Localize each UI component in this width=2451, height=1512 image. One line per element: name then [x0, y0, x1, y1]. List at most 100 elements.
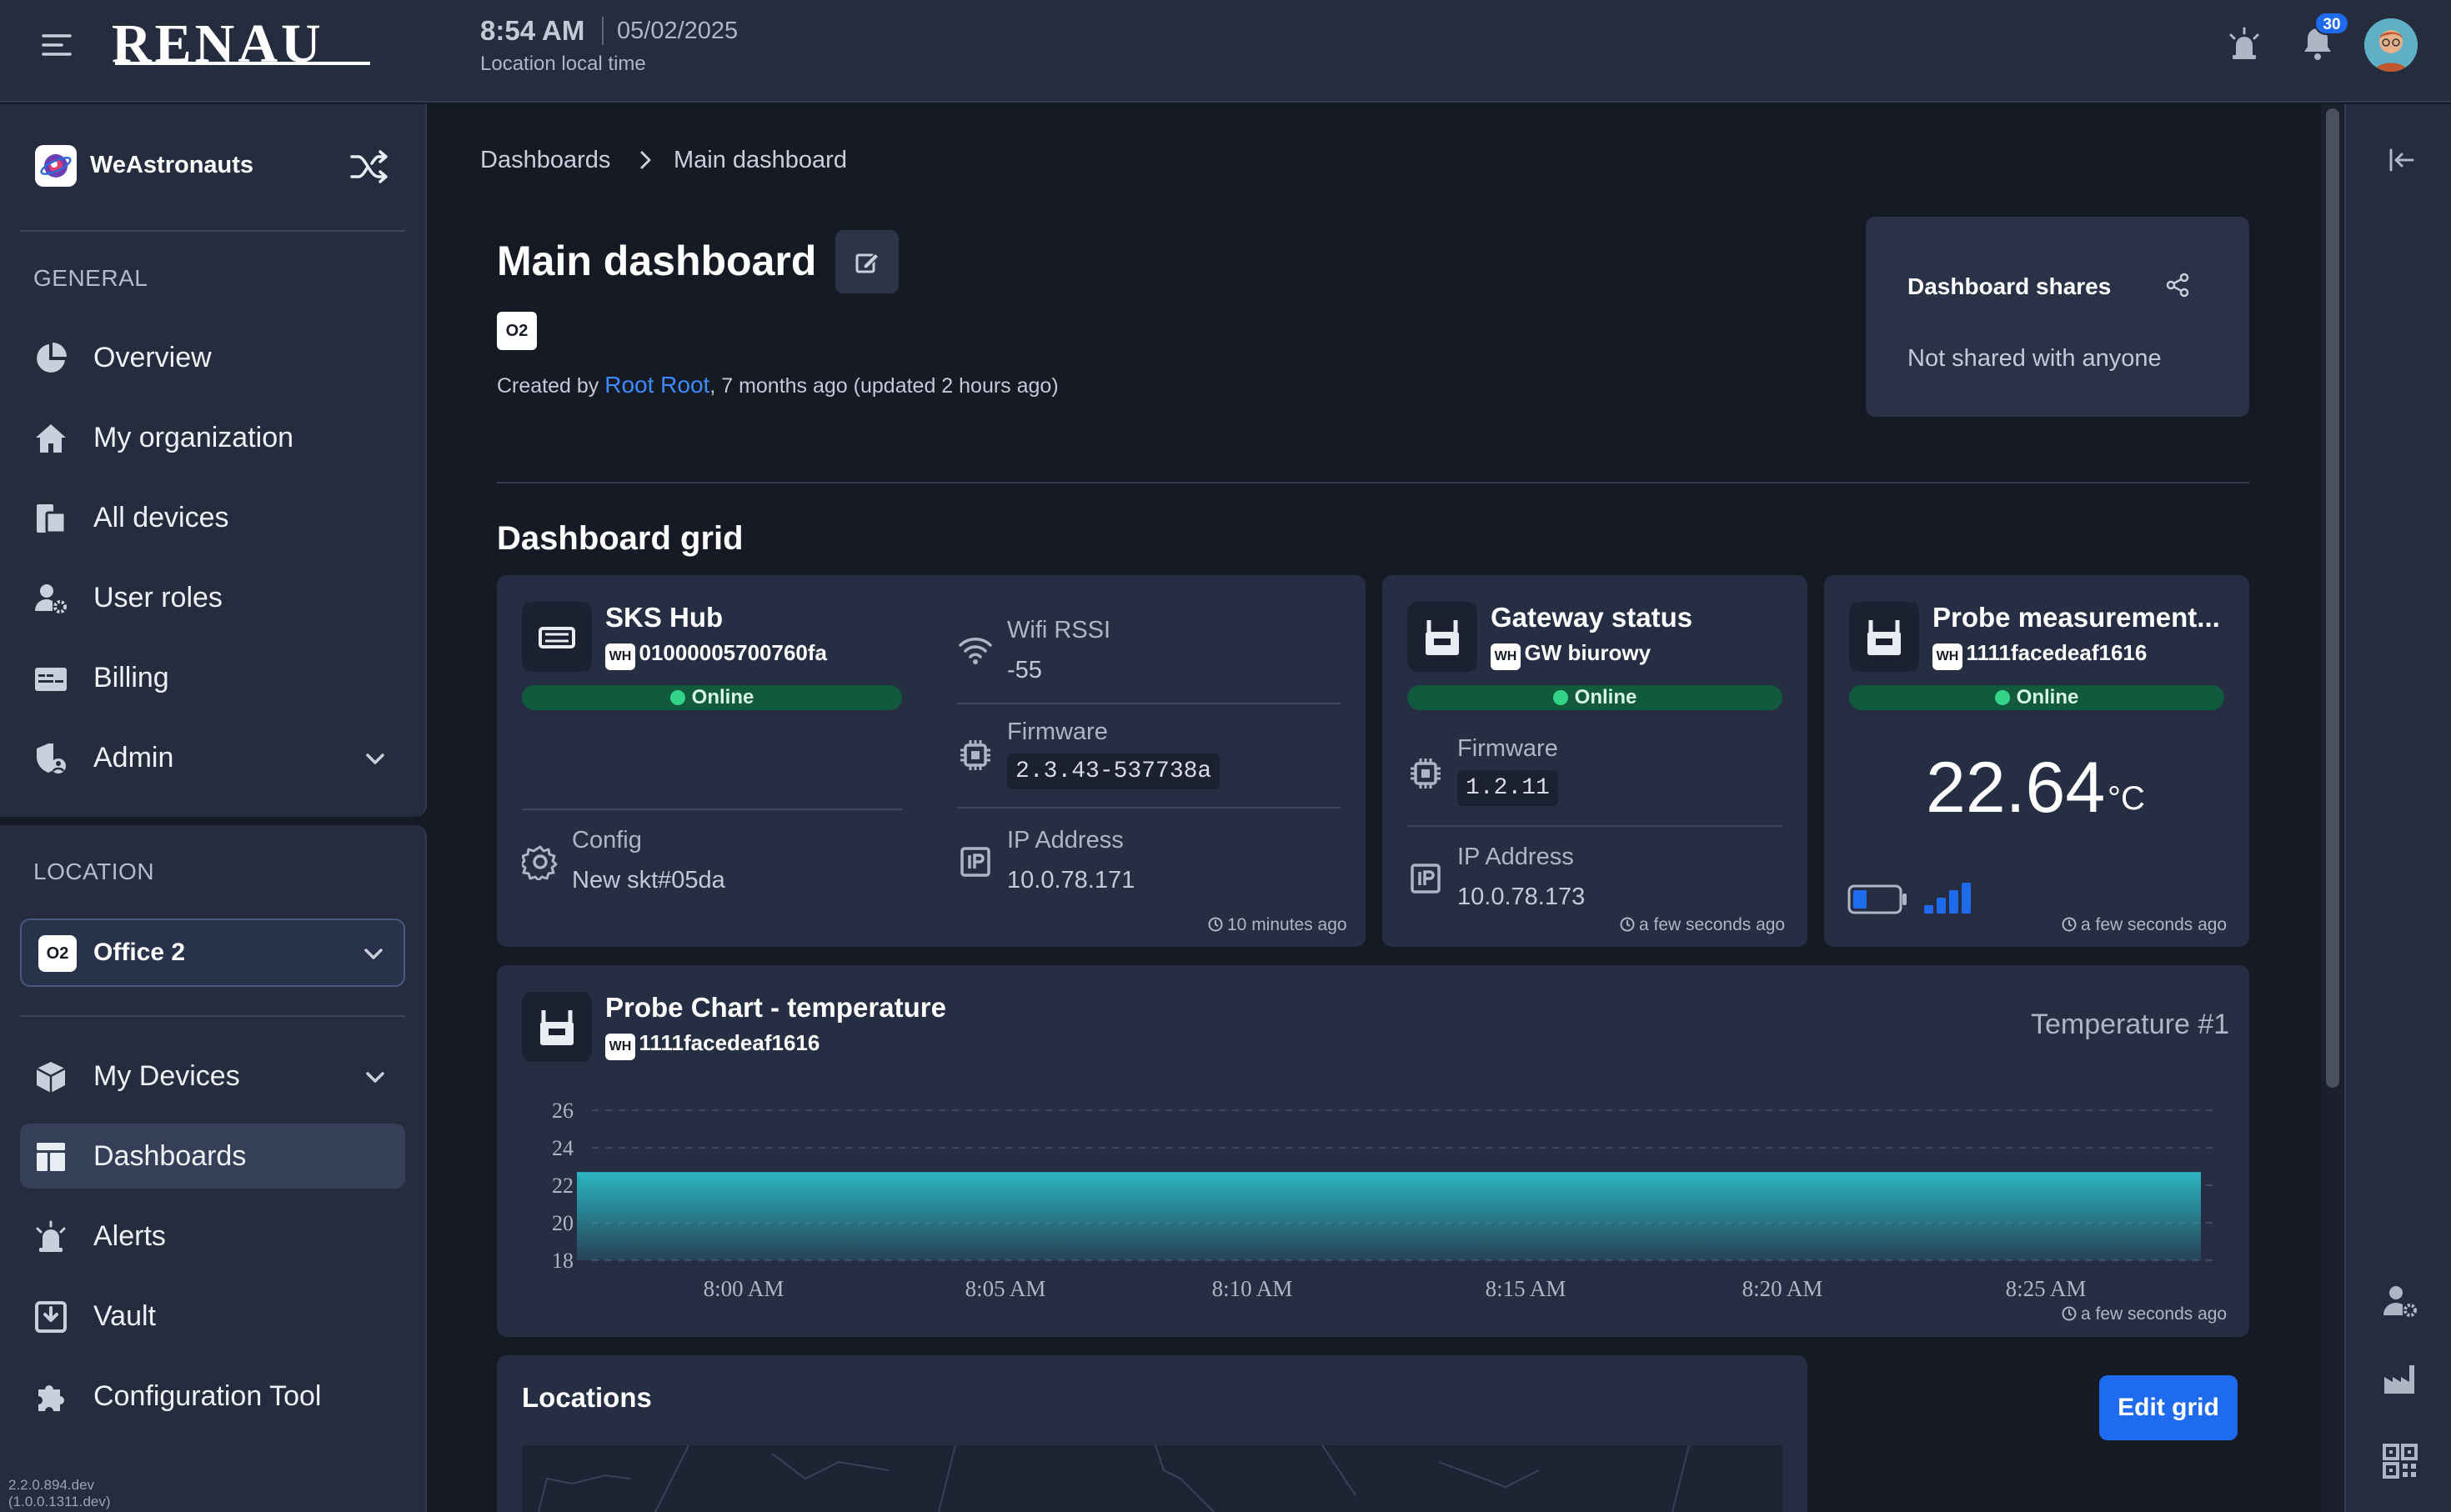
sidebar-item-label: Admin [93, 742, 174, 774]
ip-address-label: IP Address [1007, 827, 1124, 854]
y-tick-label: 20 [552, 1211, 574, 1235]
chevron-down-icon [362, 942, 385, 965]
sidebar-item-overview[interactable]: Overview [20, 325, 405, 390]
sidebar-item-label: Alerts [93, 1220, 166, 1252]
location-tag: O2 [497, 312, 537, 350]
clock-icon [1620, 917, 1635, 932]
sidebar-item-admin[interactable]: Admin [20, 725, 405, 790]
author-link[interactable]: Root Root [604, 372, 709, 398]
sidebar-item-label: All devices [93, 502, 229, 533]
x-tick-label: 8:15 AM [1486, 1276, 1566, 1301]
alarm-icon [33, 1219, 68, 1254]
field-divider [522, 809, 902, 810]
card-title: Gateway status [1491, 602, 1693, 633]
firmware-value: 1.2.11 [1457, 770, 1558, 806]
sidebar-item-label: Configuration Tool [93, 1380, 322, 1412]
main-divider [497, 482, 2249, 483]
sidebar-item-all-devices[interactable]: All devices [20, 485, 405, 550]
app-version-line: 2.2.0.894.dev [8, 1477, 95, 1493]
breadcrumb-dashboards[interactable]: Dashboards [480, 147, 610, 174]
updated-text: a few seconds ago [2081, 915, 2228, 934]
updated-timestamp: a few seconds ago [2061, 915, 2227, 935]
x-tick-label: 8:05 AM [965, 1276, 1046, 1301]
locations-map[interactable] [522, 1445, 1782, 1512]
ip-address-label: IP Address [1457, 844, 1574, 870]
user-avatar[interactable] [2364, 18, 2418, 72]
dashboard-shares-card [1866, 217, 2249, 417]
config-label: Config [572, 827, 642, 854]
wifi-rssi-label: Wifi RSSI [1007, 617, 1111, 643]
firmware-value-box: 1.2.11 [1457, 770, 1558, 806]
chip-icon [1407, 755, 1444, 792]
online-dot [1994, 690, 2010, 705]
serial-number: GW biurowy [1524, 640, 1652, 665]
ip-address-icon [1407, 860, 1444, 897]
admin-shield-icon [33, 741, 68, 776]
share-icon[interactable] [2164, 272, 2191, 298]
sidebar-item-billing[interactable]: Billing [20, 645, 405, 710]
sidebar-divider [20, 1015, 405, 1017]
updated-text: a few seconds ago [2081, 1304, 2228, 1324]
edit-title-button[interactable] [835, 230, 899, 293]
wh-badge: WH [1932, 643, 1962, 670]
qr-code-icon[interactable] [2381, 1442, 2419, 1480]
sidebar-item-dashboards[interactable]: Dashboards [20, 1124, 405, 1189]
updated-text: 10 minutes ago [1227, 915, 1347, 934]
sidebar-item-vault[interactable]: Vault [20, 1284, 405, 1349]
app-version-line: (1.0.0.1311.dev) [8, 1494, 111, 1509]
status-text: Online [1574, 686, 1637, 708]
signal-bar [1937, 898, 1946, 914]
online-dot [1552, 690, 1568, 705]
user-cog-icon [33, 581, 68, 616]
firmware-label: Firmware [1007, 718, 1108, 745]
locations-title: Locations [522, 1382, 652, 1413]
notification-count-badge: 30 [2314, 12, 2349, 35]
logo-underline [115, 62, 370, 65]
vault-icon [33, 1299, 68, 1334]
hamburger-menu-icon[interactable] [40, 28, 73, 62]
sidebar-item-alerts[interactable]: Alerts [20, 1204, 405, 1269]
sidebar-item-label: Vault [93, 1300, 156, 1332]
location-select[interactable]: O2 Office 2 [20, 919, 405, 987]
clock-icon [2062, 917, 2077, 932]
local-time-caption: Location local time [480, 53, 646, 75]
status-badge: Online [1407, 685, 1782, 710]
collapse-left-icon[interactable] [2384, 143, 2418, 177]
location-section-label: LOCATION [33, 859, 155, 884]
wifi-rssi-value: -55 [1007, 657, 1042, 683]
signal-bar [1962, 883, 1971, 914]
x-tick-label: 8:10 AM [1212, 1276, 1293, 1301]
location-tag: O2 [38, 935, 77, 972]
top-bar [0, 0, 2451, 103]
x-tick-label: 8:00 AM [704, 1276, 784, 1301]
x-tick-label: 8:25 AM [2006, 1276, 2087, 1301]
factory-icon[interactable] [2381, 1360, 2419, 1399]
created-by-prefix: Created by [497, 374, 605, 398]
sidebar-item-my-organization[interactable]: My organization [20, 405, 405, 470]
temperature-value: 22.64 [1926, 748, 2106, 828]
alarm-light-icon[interactable] [2224, 23, 2264, 63]
shuffle-icon[interactable] [348, 148, 390, 185]
y-tick-label: 18 [552, 1249, 574, 1273]
organization-logo [35, 145, 77, 187]
card-title: SKS Hub [605, 602, 724, 633]
probe-device-icon [1849, 602, 1919, 672]
serial-row: WH 1111facedeaf1616 [605, 1030, 820, 1060]
scrollbar-thumb[interactable] [2326, 108, 2339, 1088]
app-version: 2.2.0.894.dev (1.0.0.1311.dev) [8, 1477, 111, 1510]
y-tick-label: 26 [552, 1099, 574, 1123]
card-title: Probe measurement... [1932, 602, 2220, 633]
status-badge: Online [522, 685, 902, 710]
x-tick-label: 8:20 AM [1742, 1276, 1823, 1301]
user-settings-icon[interactable] [2381, 1282, 2419, 1320]
field-divider [957, 703, 1341, 704]
status-badge: Online [1849, 685, 2224, 710]
sidebar-item-user-roles[interactable]: User roles [20, 565, 405, 630]
sidebar-item-label: Billing [93, 662, 169, 693]
sidebar-item-label: My Devices [93, 1060, 240, 1092]
sidebar-item-my-devices[interactable]: My Devices [20, 1044, 405, 1109]
temperature-unit: °C [2108, 780, 2145, 817]
sidebar-item-configuration-tool[interactable]: Configuration Tool [20, 1364, 405, 1429]
billing-icon [33, 661, 68, 696]
edit-grid-button[interactable]: Edit grid [2099, 1375, 2238, 1440]
